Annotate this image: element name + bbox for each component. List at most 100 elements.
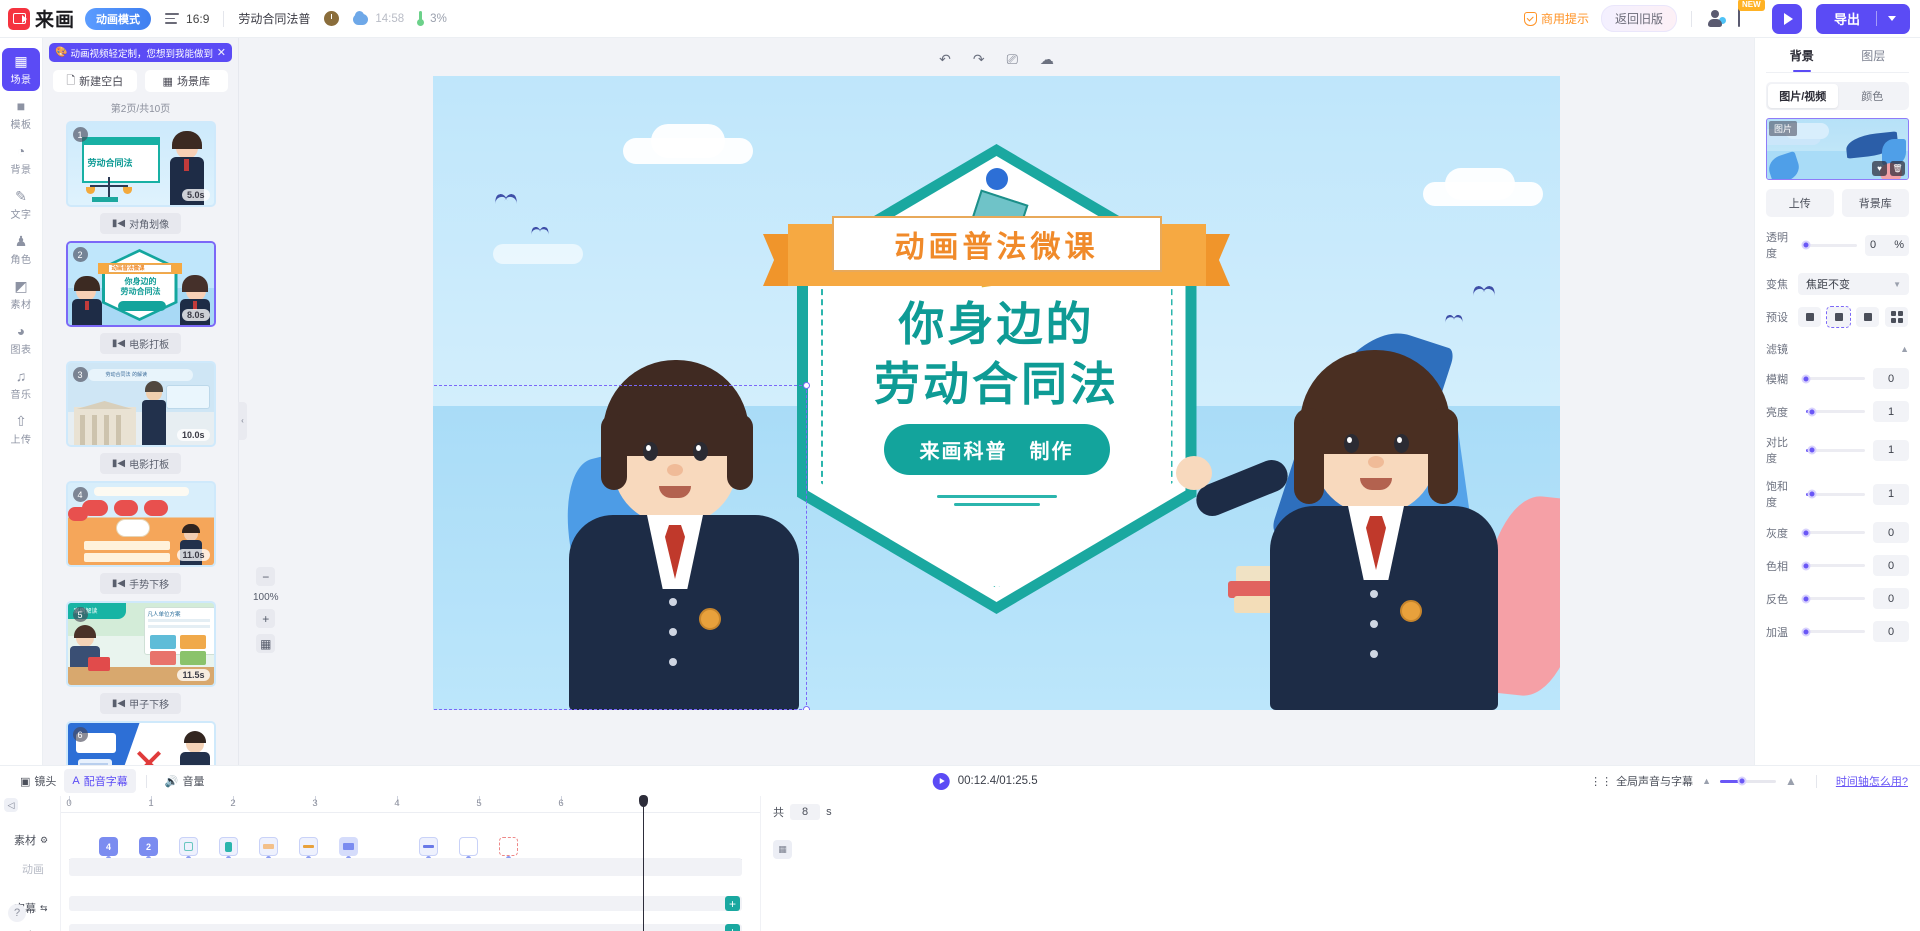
filter-slider[interactable] [1806,445,1865,455]
rail-item-upload[interactable]: ⇧ 上传 [2,408,40,451]
slider-thumb[interactable] [1807,445,1817,455]
timeline-tracks[interactable]: 0 1 2 3 4 5 6 7 [60,795,760,931]
transition-button[interactable]: ▮◀ 对角划像 [99,213,182,234]
preview-play-button[interactable] [1771,3,1802,34]
new-blank-button[interactable]: 🗋 新建空白 [53,70,137,92]
rail-item-music[interactable]: ♫ 音乐 [2,363,40,406]
grid-icon[interactable]: ▦ [256,634,276,653]
zoom-mode-select[interactable]: 焦距不变 ▼ [1798,273,1909,295]
background-preview[interactable]: 图片 ♥ 🗑 [1766,118,1909,180]
promo-banner[interactable]: 🎨 动画视频轻定制，您想到我能做到 ✕ [49,43,232,62]
cloud-save-icon[interactable]: ☁ [1040,51,1054,68]
dubbing-subtitle-button[interactable]: A 配音字幕 [64,769,136,793]
material-item[interactable] [219,837,238,856]
transition-button[interactable]: ▮◀ 电影打板 [99,333,182,354]
rail-item-scenes[interactable]: ▦ 场景 [2,48,40,91]
rail-item-character[interactable]: ♟ 角色 [2,228,40,271]
material-item[interactable] [299,837,318,856]
segment-image-video[interactable]: 图片/视频 [1768,84,1838,108]
rail-item-background[interactable]: ◔ 背景 [2,138,40,181]
material-item[interactable] [179,837,198,856]
swap-icon[interactable]: ⇆ [40,903,48,914]
gear-icon[interactable]: ⚙ [40,835,48,846]
segment-color[interactable]: 颜色 [1838,84,1908,108]
subtitle-track-bar[interactable] [69,896,742,911]
collapse-panel-button[interactable]: ‹ [238,401,247,440]
slider-thumb[interactable] [1801,528,1811,537]
material-item[interactable]: 2 [139,837,158,856]
transition-button[interactable]: ▮◀ 电影打板 [99,453,182,474]
close-icon[interactable]: ✕ [217,46,226,59]
redo-icon[interactable]: ↷ [973,51,985,68]
preset-tile-icon[interactable] [1885,307,1908,327]
filter-slider[interactable] [1801,627,1865,636]
filter-value[interactable]: 1 [1873,401,1909,422]
filter-slider[interactable] [1806,489,1865,499]
clock-icon[interactable] [324,11,340,26]
scene-thumbnail-6[interactable]: 6 10.0s [65,721,216,765]
background-library-button[interactable]: 背景库 [1841,189,1909,217]
tab-layers[interactable]: 图层 [1838,38,1910,72]
volume-button[interactable]: 🔊 音量 [157,769,213,793]
scene-thumbnail-4[interactable]: 4 11.0s [65,481,216,567]
preset-fill-icon[interactable] [1798,307,1821,327]
tab-background[interactable]: 背景 [1766,38,1838,72]
cloud-icon[interactable] [353,11,369,25]
preset-fit-icon[interactable] [1826,306,1851,328]
filter-slider[interactable] [1801,594,1865,603]
slider-thumb[interactable] [1801,627,1811,636]
filter-value[interactable]: 0 [1873,555,1909,576]
filter-slider[interactable] [1801,561,1865,570]
resize-handle[interactable] [803,382,810,389]
opacity-value-box[interactable]: 0 % [1865,234,1909,256]
transition-button[interactable]: ▮◀ 手势下移 [99,573,182,594]
timeline-playhead[interactable] [639,795,648,931]
ratio-selector[interactable]: 16:9 [165,12,209,26]
global-audio-button[interactable]: ⋮⋮ 全局声音与字幕 [1590,773,1693,789]
material-item[interactable] [419,837,438,856]
trash-icon[interactable]: 🗑 [1890,161,1905,176]
slide-canvas[interactable]: 动画普法微课 你身边的 劳动合同法 来画科普 制作 [433,76,1560,710]
scene-list[interactable]: 劳动合同法 1 5.0s ▮◀ 对角划像 动画普法微课 你身边的 劳动合同法 2… [43,121,238,765]
resize-handle[interactable] [803,706,810,710]
filter-value[interactable]: 0 [1873,588,1909,609]
slider-thumb[interactable] [1801,594,1811,603]
heart-icon[interactable]: ♥ [1872,161,1887,176]
add-subtitle-button[interactable]: + [725,896,740,911]
timeline-collapse-icon[interactable]: ◁ [4,798,18,812]
help-button[interactable]: ? [8,904,26,922]
timeline-play-button[interactable] [932,772,950,790]
timeline-ruler[interactable]: 0 1 2 3 4 5 6 7 [61,796,760,813]
filter-slider[interactable] [1801,374,1865,383]
scene-library-button[interactable]: ▦ 场景库 [144,70,228,92]
timeline-help-link[interactable]: 时间轴怎么用? [1836,773,1908,789]
material-item[interactable] [339,837,358,856]
slider-thumb[interactable] [1807,489,1817,499]
board-button[interactable]: NEW [1737,0,1765,29]
add-dubbing-button[interactable]: + [725,924,740,931]
export-button[interactable]: 导出 [1815,3,1910,34]
scene-thumbnail-1[interactable]: 劳动合同法 1 5.0s [65,121,216,207]
filter-value[interactable]: 0 [1873,368,1909,389]
slider-thumb[interactable] [1737,776,1747,786]
material-item[interactable] [499,837,518,856]
filter-slider[interactable] [1806,407,1865,416]
material-item[interactable] [459,837,478,856]
total-value[interactable]: 8 [790,804,821,820]
camera-button[interactable]: ▣ 镜头 [12,769,64,793]
scene-thumbnail-3[interactable]: 劳动合同法 的解读 3 10.0s [65,361,216,447]
filter-value[interactable]: 0 [1873,522,1909,543]
material-item[interactable] [259,837,278,856]
rail-item-material[interactable]: ◩ 素材 [2,273,40,316]
upload-button[interactable]: 上传 [1766,189,1834,217]
rail-item-template[interactable]: ■ 模板 [2,93,40,136]
slider-thumb[interactable] [1801,374,1811,383]
opacity-slider[interactable] [1801,240,1857,250]
chevron-up-icon[interactable]: ▲ [1900,344,1909,354]
filter-value[interactable]: 1 [1873,439,1909,461]
preset-center-icon[interactable] [1856,307,1879,327]
timeline-zoom-slider[interactable] [1719,776,1776,786]
slider-thumb[interactable] [1801,561,1811,570]
filter-section-header[interactable]: 滤镜 ▲ [1766,341,1909,357]
mode-pill[interactable]: 动画模式 [85,7,152,30]
